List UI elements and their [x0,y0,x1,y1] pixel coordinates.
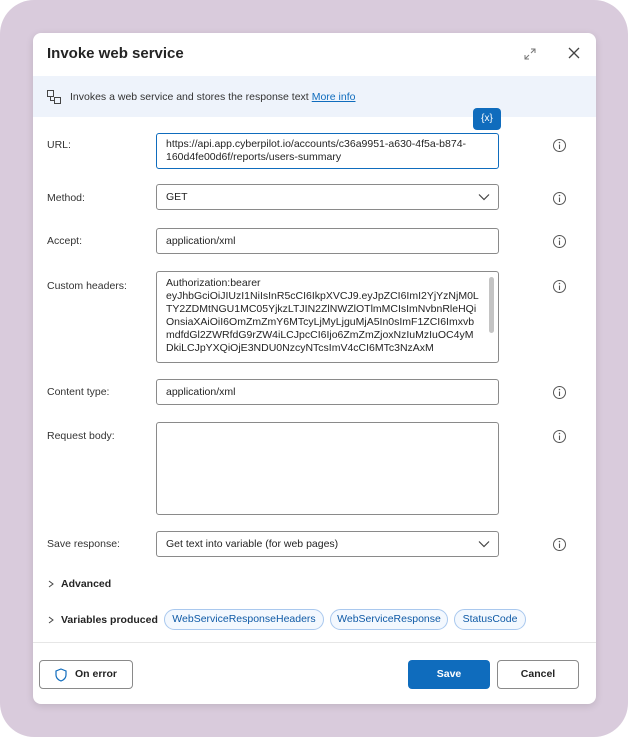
save-response-value: Get text into variable (for web pages) [166,538,339,550]
accept-input[interactable]: application/xml [156,228,499,254]
method-value: GET [166,191,188,203]
close-icon[interactable] [565,44,583,62]
info-icon[interactable] [552,191,567,206]
variable-chip[interactable]: WebServiceResponseHeaders [164,609,324,630]
shield-icon [55,668,67,682]
web-service-icon [47,90,61,104]
on-error-label: On error [75,668,118,680]
url-label: URL: [47,139,71,151]
request-body-label: Request body: [47,430,115,442]
custom-headers-label: Custom headers: [47,280,127,292]
chevron-down-icon [478,194,490,201]
chevron-right-icon [48,580,54,588]
chevron-right-icon [48,616,54,624]
variable-chip[interactable]: StatusCode [454,609,526,630]
variable-chip[interactable]: WebServiceResponse [330,609,448,630]
custom-headers-value: Authorization:bearer eyJhbGciOiJIUzI1NiI… [166,277,479,354]
info-icon[interactable] [552,537,567,552]
request-body-textarea[interactable] [156,422,499,515]
custom-headers-textarea[interactable]: Authorization:bearer eyJhbGciOiJIUzI1NiI… [156,271,499,363]
banner-description: Invokes a web service and stores the res… [70,91,309,103]
banner-text: Invokes a web service and stores the res… [70,91,356,103]
content-type-input[interactable]: application/xml [156,379,499,405]
variables-produced-label: Variables produced [61,614,158,626]
invoke-web-service-dialog: Invoke web service Invokes a web service… [33,33,596,704]
info-icon[interactable] [552,138,567,153]
advanced-toggle[interactable]: Advanced [47,578,111,590]
advanced-label: Advanced [61,578,112,590]
dialog-title: Invoke web service [47,45,184,62]
variables-produced-toggle[interactable]: Variables produced [47,614,158,626]
accept-label: Accept: [47,235,83,247]
chevron-down-icon [478,541,490,548]
expand-icon[interactable] [522,46,538,62]
insert-variable-button[interactable]: {x} [473,108,501,130]
footer-divider [33,642,596,643]
content-type-label: Content type: [47,386,110,398]
save-response-dropdown[interactable]: Get text into variable (for web pages) [156,531,499,557]
info-banner: Invokes a web service and stores the res… [33,76,596,117]
on-error-button[interactable]: On error [39,660,133,689]
info-icon[interactable] [552,429,567,444]
save-response-label: Save response: [47,538,120,550]
info-icon[interactable] [552,234,567,249]
method-dropdown[interactable]: GET [156,184,499,210]
save-button[interactable]: Save [408,660,490,689]
info-icon[interactable] [552,279,567,294]
method-label: Method: [47,192,85,204]
more-info-link[interactable]: More info [312,91,356,103]
url-input[interactable]: https://api.app.cyberpilot.io/accounts/c… [156,133,499,169]
info-icon[interactable] [552,385,567,400]
cancel-button[interactable]: Cancel [497,660,579,689]
scrollbar[interactable] [489,277,494,333]
